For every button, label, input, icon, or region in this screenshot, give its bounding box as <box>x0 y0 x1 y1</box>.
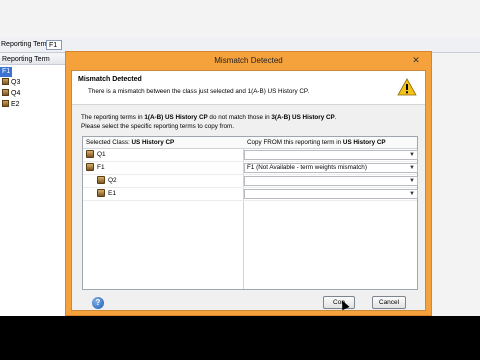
select-value: F1 (Not Available - term weights mismatc… <box>247 164 367 171</box>
table-row: F1 F1 (Not Available - term weights mism… <box>83 162 418 175</box>
body-text: . <box>334 114 337 121</box>
term-node-icon <box>86 163 94 171</box>
row-label-q2: Q2 <box>97 176 117 186</box>
mismatch-dialog: Mismatch Detected ✕ Mismatch Detected Th… <box>65 51 432 316</box>
header-text: Copy FROM this reporting term in <box>247 139 343 146</box>
copy-from-select[interactable]: F1 (Not Available - term weights mismatc… <box>244 163 418 173</box>
reporting-term-panel: Reporting Term F1 Q3 Q4 E2 <box>0 54 67 316</box>
reporting-term-label: Reporting Term: <box>1 41 51 48</box>
table-row: E1 ▼ <box>83 188 418 201</box>
row-label-text: Q2 <box>108 177 117 184</box>
table-row: Q1 ▼ <box>83 149 418 162</box>
row-label-text: E1 <box>108 190 116 197</box>
dialog-client-area: Mismatch Detected There is a mismatch be… <box>71 70 426 311</box>
term-node-icon <box>2 89 9 96</box>
term-node-icon <box>97 189 105 197</box>
header-title: Mismatch Detected <box>78 76 142 83</box>
row-label-e1: E1 <box>97 189 116 199</box>
close-icon[interactable]: ✕ <box>409 55 423 65</box>
tree-item-q4[interactable]: Q4 <box>2 89 20 99</box>
tree-item-label: Q3 <box>11 79 21 86</box>
column-header-selected-class: Selected Class: US History CP <box>86 139 174 146</box>
header-text: Selected Class: <box>86 139 132 146</box>
dialog-titlebar[interactable]: Mismatch Detected ✕ <box>66 52 431 69</box>
grid-header: Selected Class: US History CP Copy FROM … <box>83 137 417 149</box>
body-message-line1: The reporting terms in 1(A-B) US History… <box>81 114 336 121</box>
tree-item-label: Q4 <box>11 90 21 97</box>
tree-item-f1[interactable]: F1 <box>0 67 13 77</box>
term-mapping-grid: Selected Class: US History CP Copy FROM … <box>82 136 418 290</box>
header-message: There is a mismatch between the class ju… <box>88 88 310 95</box>
term-node-icon <box>86 150 94 158</box>
copy-from-select[interactable]: ▼ <box>244 150 418 160</box>
chevron-down-icon[interactable]: ▼ <box>408 177 416 185</box>
body-message-line2: Please select the specific reporting ter… <box>81 123 234 130</box>
class-name: 3(A-B) US History CP <box>271 114 335 121</box>
row-label-f1: F1 <box>86 163 105 173</box>
tree-item-label: F1 <box>2 68 11 75</box>
dialog-header: Mismatch Detected There is a mismatch be… <box>72 71 425 105</box>
warning-icon <box>397 78 417 96</box>
dialog-title: Mismatch Detected <box>214 56 283 65</box>
term-node-icon <box>97 176 105 184</box>
column-header-copy-from: Copy FROM this reporting term in US Hist… <box>247 139 386 146</box>
reporting-term-panel-header: Reporting Term <box>0 54 66 65</box>
table-row: Q2 ▼ <box>83 175 418 188</box>
tree-item-q3[interactable]: Q3 <box>2 78 20 88</box>
tree-item-e2[interactable]: E2 <box>2 100 20 110</box>
copy-from-select[interactable]: ▼ <box>244 189 418 199</box>
chevron-down-icon[interactable]: ▼ <box>408 190 416 198</box>
body-text: The reporting terms in <box>81 114 145 121</box>
header-class: US History CP <box>342 139 386 146</box>
chevron-down-icon[interactable]: ▼ <box>408 164 416 172</box>
letterbox-bottom <box>0 316 480 360</box>
term-node-icon <box>2 100 9 107</box>
chevron-down-icon[interactable]: ▼ <box>408 151 416 159</box>
row-label-q1: Q1 <box>86 150 106 160</box>
tree-item-label: E2 <box>11 101 20 108</box>
class-name: 1(A-B) US History CP <box>144 114 208 121</box>
term-node-icon <box>2 78 9 85</box>
row-label-text: F1 <box>97 164 105 171</box>
help-icon[interactable]: ? <box>92 297 104 309</box>
cancel-button[interactable]: Cancel <box>372 296 406 309</box>
row-label-text: Q1 <box>97 151 106 158</box>
header-class: US History CP <box>131 139 175 146</box>
reporting-term-field[interactable]: F1 <box>46 40 62 50</box>
copy-from-select[interactable]: ▼ <box>244 176 418 186</box>
body-text: do not match those in <box>207 114 272 121</box>
